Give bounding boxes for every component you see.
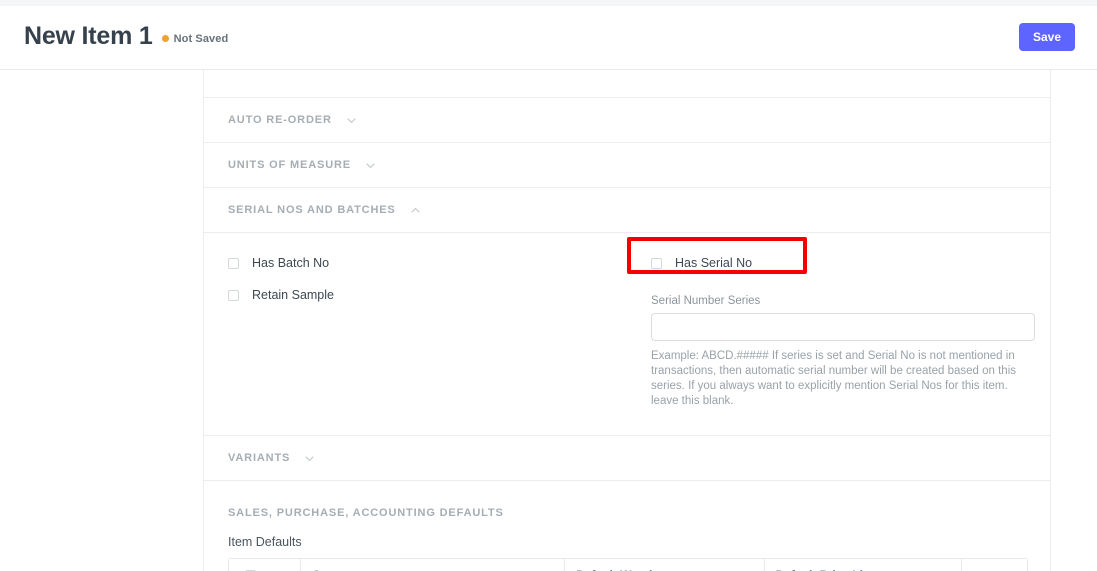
form-scroll-area[interactable]: Auto Re-order Units of Measure Serial No… [0, 70, 1097, 571]
section-label: Variants [228, 452, 290, 464]
has-serial-no-label[interactable]: Has Serial No [675, 256, 752, 270]
table-header-row: Company Default Warehouse Default Price … [229, 559, 1027, 571]
sales-purchase-accounting-defaults-section: Sales, Purchase, Accounting Defaults Ite… [204, 481, 1050, 571]
section-header-units-of-measure[interactable]: Units of Measure [204, 143, 1050, 188]
clipped-field-row [204, 70, 1050, 98]
checkbox-row-retain-sample[interactable]: Retain Sample [228, 287, 627, 303]
serial-number-series-input[interactable] [651, 313, 1035, 341]
column-header-default-price-list[interactable]: Default Price List [765, 559, 963, 571]
has-batch-no-label[interactable]: Has Batch No [252, 256, 329, 270]
chevron-down-icon[interactable] [303, 452, 316, 465]
column-header-default-warehouse[interactable]: Default Warehouse [565, 559, 764, 571]
section-label: Sales, Purchase, Accounting Defaults [228, 507, 1026, 519]
serial-number-series-label: Serial Number Series [651, 295, 1026, 307]
serial-nos-and-batches-body: Has Batch No Retain Sample Has Serial No [204, 233, 1050, 436]
left-column: Has Batch No Retain Sample [228, 255, 627, 409]
section-header-serial-nos-and-batches[interactable]: Serial Nos and Batches [204, 188, 1050, 233]
section-label: Auto Re-order [228, 114, 332, 126]
section-header-variants[interactable]: Variants [204, 436, 1050, 481]
serial-number-series-help-text: Example: ABCD.##### If series is set and… [651, 349, 1023, 409]
retain-sample-label[interactable]: Retain Sample [252, 288, 334, 302]
column-header-company[interactable]: Company [301, 559, 565, 571]
item-defaults-title: Item Defaults [228, 535, 1026, 549]
title-group: New Item 1 Not Saved [24, 24, 228, 49]
retain-sample-checkbox[interactable] [228, 290, 239, 301]
item-form-card: Auto Re-order Units of Measure Serial No… [203, 70, 1051, 571]
has-serial-no-checkbox[interactable] [651, 258, 662, 269]
checkbox-row-has-serial-no[interactable]: Has Serial No [651, 255, 1026, 271]
page-header: New Item 1 Not Saved Save [0, 6, 1097, 70]
item-defaults-grid: Company Default Warehouse Default Price … [228, 558, 1028, 571]
section-label: Units of Measure [228, 159, 351, 171]
status-badge-label: Not Saved [174, 33, 229, 45]
has-batch-no-checkbox[interactable] [228, 258, 239, 269]
chevron-down-icon[interactable] [364, 159, 377, 172]
save-button[interactable]: Save [1019, 23, 1075, 51]
page-title: New Item 1 [24, 24, 153, 49]
not-saved-dot-icon [162, 35, 169, 42]
section-label: Serial Nos and Batches [228, 204, 396, 216]
chevron-down-icon[interactable] [345, 114, 358, 127]
checkbox-row-has-batch-no[interactable]: Has Batch No [228, 255, 627, 271]
select-all-header-cell[interactable] [229, 559, 301, 571]
section-header-auto-re-order[interactable]: Auto Re-order [204, 98, 1050, 143]
column-header-actions [962, 559, 1027, 571]
chevron-up-icon[interactable] [409, 204, 422, 217]
status-badge: Not Saved [162, 33, 229, 45]
right-column: Has Serial No Serial Number Series Examp… [627, 255, 1026, 409]
